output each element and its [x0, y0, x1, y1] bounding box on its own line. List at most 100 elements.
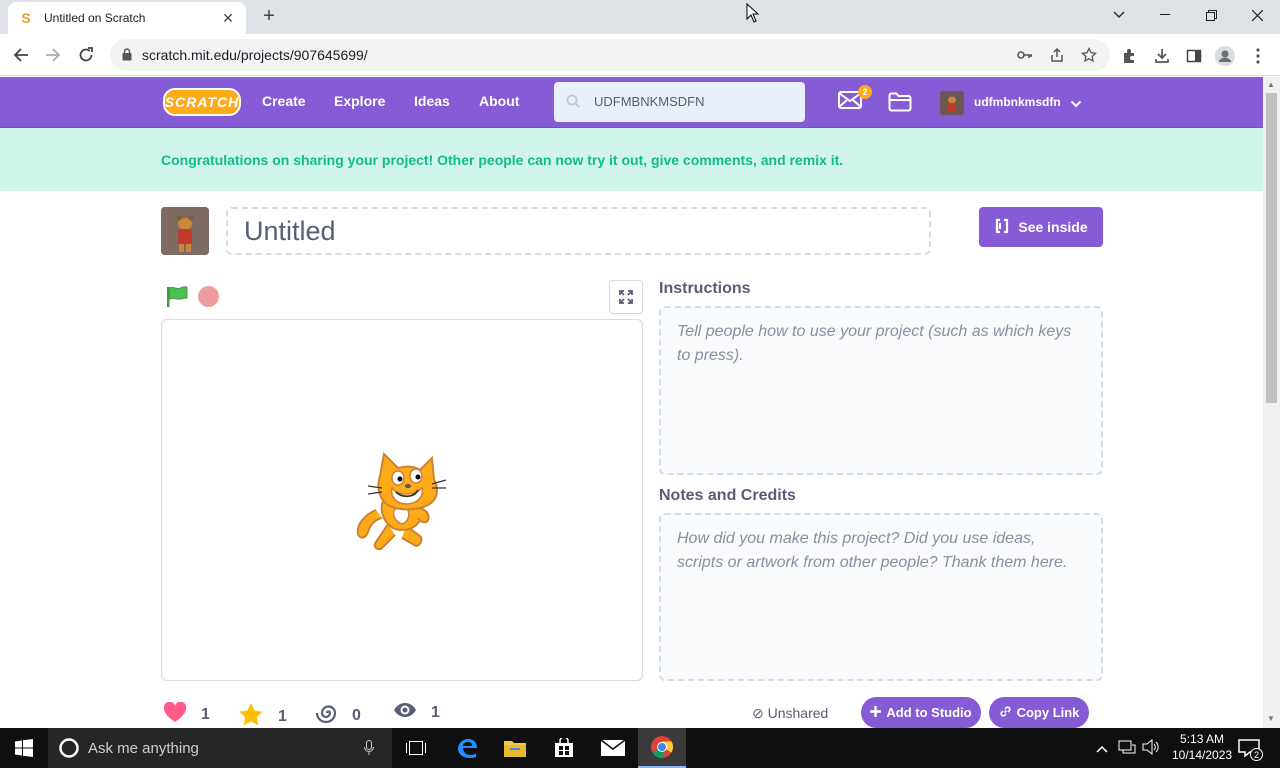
taskbar-clock[interactable]: 5:13 AM 10/14/2023 — [1172, 731, 1232, 763]
stop-sign-icon[interactable] — [198, 286, 219, 307]
love-stat[interactable]: 1 — [163, 701, 210, 728]
favorite-stat[interactable]: 1 — [238, 702, 287, 731]
bookmark-star-icon[interactable] — [1080, 46, 1098, 64]
nav-create-link[interactable]: Create — [262, 93, 306, 109]
search-input[interactable]: UDFMBNKMSDFN — [554, 82, 805, 122]
scroll-down-arrow-icon[interactable]: ▼ — [1267, 714, 1275, 723]
tab-title: Untitled on Scratch — [44, 11, 146, 25]
share-status-label: Unshared — [767, 705, 829, 721]
favorite-count: 1 — [278, 707, 287, 725]
instructions-textarea[interactable]: Tell people how to use your project (suc… — [659, 306, 1103, 475]
heart-icon[interactable] — [163, 701, 187, 728]
add-to-studio-label: Add to Studio — [886, 705, 972, 720]
taskbar-search-placeholder: Ask me anything — [88, 739, 199, 757]
profile-avatar-icon[interactable] — [1215, 46, 1235, 66]
scrollbar-thumb[interactable] — [1266, 93, 1277, 403]
more-menu-icon[interactable] — [1248, 46, 1268, 66]
taskbar-search-box[interactable]: Ask me anything — [48, 728, 392, 768]
browser-toolbar: scratch.mit.edu/projects/907645699/ — [0, 34, 1280, 76]
scratch-cat-sprite[interactable] — [352, 448, 452, 552]
share-success-banner: Congratulations on sharing your project!… — [0, 128, 1263, 191]
windows-start-icon[interactable] — [0, 728, 48, 768]
forward-button[interactable] — [40, 42, 66, 68]
clock-date: 10/14/2023 — [1172, 748, 1233, 762]
banner-message: Congratulations on sharing your project!… — [161, 152, 844, 168]
notes-credits-heading: Notes and Credits — [659, 487, 796, 504]
search-value: UDFMBNKMSDFN — [594, 94, 705, 109]
views-stat: 1 — [393, 702, 440, 723]
remix-arrows-icon — [994, 218, 1010, 237]
share-status: ⊘ Unshared — [752, 705, 828, 722]
page-scrollbar[interactable]: ▲ ▼ — [1263, 77, 1280, 728]
side-panel-icon[interactable] — [1184, 46, 1204, 66]
nav-ideas-link[interactable]: Ideas — [414, 93, 450, 109]
my-stuff-folder-icon[interactable] — [888, 92, 912, 117]
scroll-up-arrow-icon[interactable]: ▲ — [1267, 80, 1275, 89]
user-avatar[interactable] — [940, 91, 964, 115]
chrome-taskbar-icon[interactable] — [638, 728, 686, 768]
browser-tab-bar: S Untitled on Scratch ✕ + — [0, 0, 1280, 34]
nav-about-link[interactable]: About — [479, 93, 519, 109]
remix-count: 0 — [352, 706, 361, 724]
lock-icon[interactable] — [122, 48, 132, 66]
add-to-studio-button[interactable]: Add to Studio — [861, 697, 981, 728]
copy-link-label: Copy Link — [1016, 705, 1080, 720]
copy-link-button[interactable]: Copy Link — [989, 697, 1089, 728]
nav-explore-link[interactable]: Explore — [334, 93, 385, 109]
tab-search-chevron-icon[interactable] — [1096, 0, 1142, 30]
network-icon[interactable] — [1118, 739, 1136, 760]
restore-button[interactable] — [1188, 0, 1234, 30]
show-hidden-icons-chevron-icon[interactable] — [1096, 740, 1108, 758]
link-icon — [999, 705, 1012, 721]
reload-button[interactable] — [73, 42, 99, 68]
password-key-icon[interactable] — [1016, 46, 1034, 64]
address-bar[interactable]: scratch.mit.edu/projects/907645699/ — [110, 39, 1110, 71]
browser-tab[interactable]: S Untitled on Scratch ✕ — [8, 2, 246, 34]
project-title-input[interactable]: Untitled — [226, 207, 931, 255]
username-label[interactable]: udfmbnkmsdfn — [974, 95, 1061, 109]
tab-close-icon[interactable]: ✕ — [220, 10, 236, 26]
star-icon[interactable] — [238, 702, 264, 731]
minimize-button[interactable] — [1142, 0, 1188, 30]
task-view-icon[interactable] — [392, 728, 440, 768]
close-window-button[interactable] — [1234, 0, 1280, 30]
volume-speaker-icon[interactable] — [1142, 738, 1160, 760]
see-inside-button[interactable]: See inside — [979, 207, 1103, 247]
share-icon[interactable] — [1048, 46, 1066, 64]
instructions-heading: Instructions — [659, 280, 751, 297]
file-explorer-icon[interactable] — [491, 728, 539, 768]
new-tab-button[interactable]: + — [258, 6, 280, 28]
notification-count-badge: 2 — [1250, 748, 1263, 761]
mail-icon[interactable] — [589, 728, 637, 768]
extensions-puzzle-icon[interactable] — [1120, 46, 1140, 66]
edge-browser-icon[interactable] — [443, 728, 491, 768]
eye-icon — [393, 702, 417, 723]
windows-taskbar: Ask me anything 5:13 AM 10/14/2023 2 — [0, 728, 1280, 768]
green-flag-icon[interactable] — [165, 286, 189, 313]
chevron-down-icon[interactable] — [1070, 95, 1082, 113]
store-bag-icon[interactable] — [540, 728, 588, 768]
clock-time: 5:13 AM — [1180, 732, 1225, 746]
plus-icon — [870, 705, 882, 720]
project-stage[interactable] — [161, 319, 643, 681]
cortana-circle-icon — [58, 737, 80, 764]
microphone-icon[interactable] — [364, 740, 374, 761]
download-icon[interactable] — [1152, 46, 1172, 66]
love-count: 1 — [201, 706, 210, 723]
mouse-pointer-icon — [746, 2, 760, 28]
scratch-navbar: SCRATCH Create Explore Ideas About UDFMB… — [0, 77, 1263, 128]
remix-spiral-icon — [315, 702, 338, 729]
views-count: 1 — [431, 703, 440, 721]
remix-stat: 0 — [315, 702, 361, 729]
scratch-favicon-icon: S — [21, 10, 31, 26]
unshared-status-icon: ⊘ — [752, 705, 768, 721]
back-button[interactable] — [8, 42, 34, 68]
project-author-avatar[interactable] — [161, 207, 209, 255]
search-icon — [566, 94, 580, 113]
see-inside-label: See inside — [1018, 219, 1088, 235]
scratch-logo[interactable]: SCRATCH — [163, 88, 241, 116]
messages-count-badge: 2 — [858, 85, 872, 99]
url-text[interactable]: scratch.mit.edu/projects/907645699/ — [142, 47, 368, 63]
notes-credits-textarea[interactable]: How did you make this project? Did you u… — [659, 513, 1103, 681]
fullscreen-button[interactable] — [609, 280, 643, 314]
